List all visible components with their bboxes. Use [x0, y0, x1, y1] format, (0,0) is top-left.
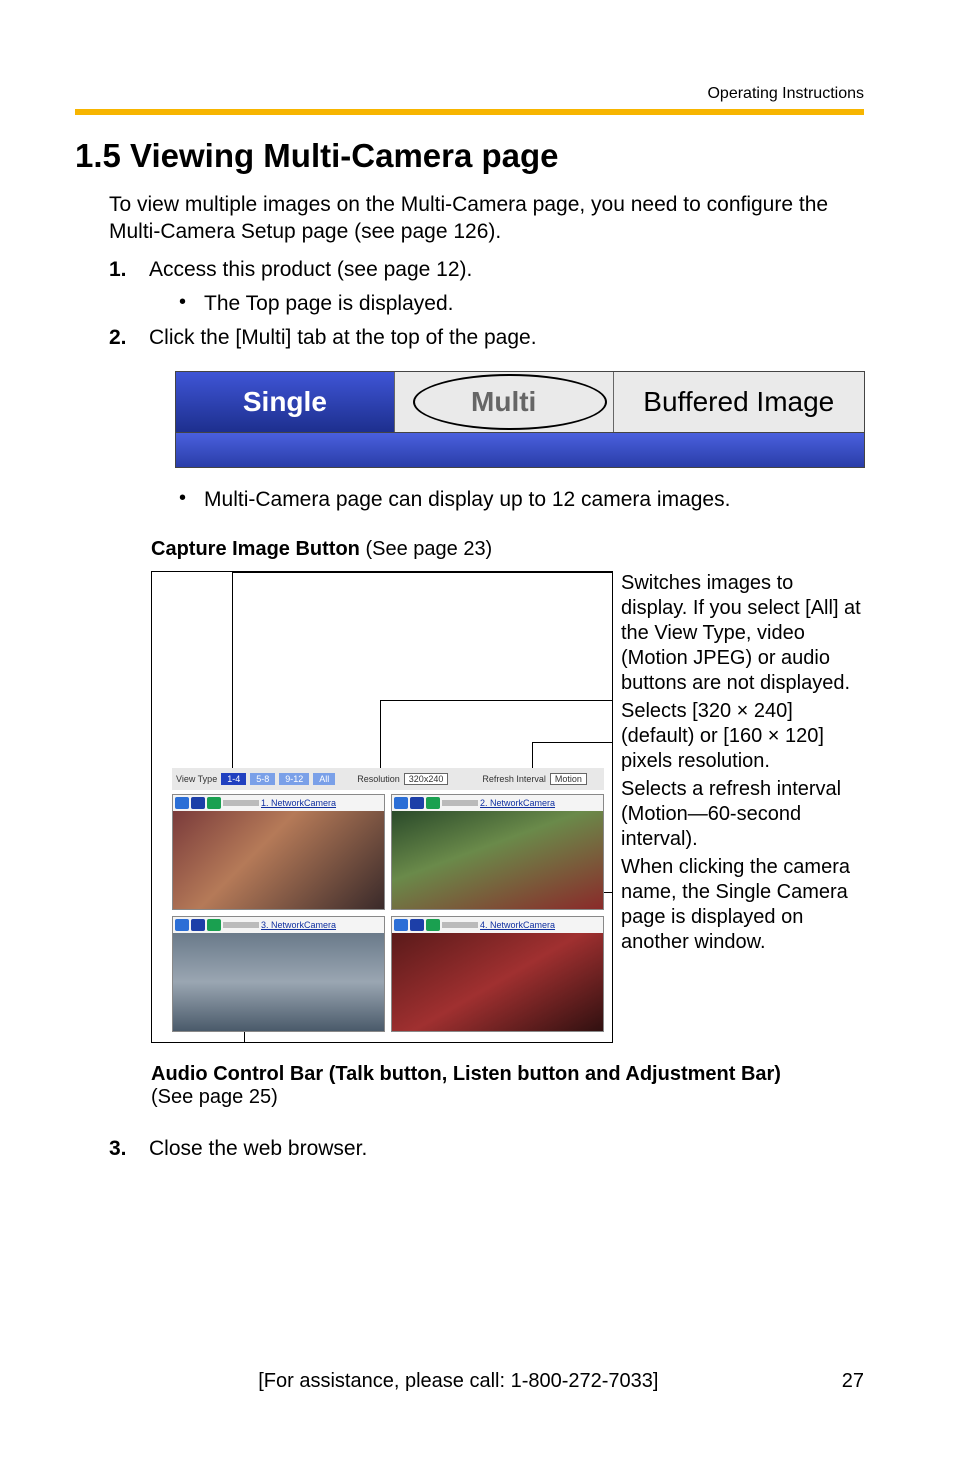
bullet-dot-icon: •	[179, 290, 186, 318]
callout-camera-name: When clicking the camera name, the Singl…	[621, 855, 864, 955]
header-rule	[75, 109, 864, 115]
page-footer: [For assistance, please call: 1-800-272-…	[0, 1370, 954, 1393]
camera-tile-4: 4. NetworkCamera	[391, 916, 604, 1032]
camera-1-image	[173, 811, 384, 909]
callout-viewtype: Switches images to display. If you selec…	[621, 571, 864, 696]
tabs-row: Single Multi Buffered Image	[175, 371, 865, 433]
step-2-sub-text: Multi-Camera page can display up to 12 c…	[204, 486, 730, 514]
tab-multi-highlight-oval	[413, 374, 607, 430]
camera-4-controlbar: 4. NetworkCamera	[392, 917, 603, 933]
camera-3-name-link[interactable]: 3. NetworkCamera	[261, 920, 336, 930]
audio-caption-rest: (See page 25)	[151, 1086, 278, 1108]
tab-single[interactable]: Single	[176, 372, 395, 432]
figure-callouts: Switches images to display. If you selec…	[621, 571, 864, 1043]
listen-icon[interactable]	[207, 919, 221, 931]
capture-icon[interactable]	[175, 919, 189, 931]
camera-grid: 1. NetworkCamera 2. NetworkCamera	[172, 794, 604, 1032]
viewtype-1-4-button[interactable]: 1-4	[221, 773, 246, 785]
camera-tile-1: 1. NetworkCamera	[172, 794, 385, 910]
talk-icon[interactable]	[191, 919, 205, 931]
camera-1-name-link[interactable]: 1. NetworkCamera	[261, 798, 336, 808]
camera-4-image	[392, 933, 603, 1031]
callout-line	[232, 572, 233, 774]
callout-line	[380, 700, 381, 774]
talk-icon[interactable]	[410, 919, 424, 931]
capture-icon[interactable]	[394, 919, 408, 931]
multi-camera-figure: View Type 1-4 5-8 9-12 All Resolution 32…	[151, 571, 613, 1043]
step-1-number: 1.	[109, 256, 135, 284]
viewtype-label: View Type	[176, 774, 217, 784]
section-title: 1.5 Viewing Multi-Camera page	[75, 137, 864, 175]
capture-image-caption: Capture Image Button (See page 23)	[151, 538, 864, 561]
talk-icon[interactable]	[191, 797, 205, 809]
camera-2-name-link[interactable]: 2. NetworkCamera	[480, 798, 555, 808]
listen-icon[interactable]	[426, 797, 440, 809]
listen-icon[interactable]	[207, 797, 221, 809]
listen-icon[interactable]	[426, 919, 440, 931]
resolution-select[interactable]: 320x240	[404, 773, 449, 785]
audio-caption-bold: Audio Control Bar (Talk button, Listen b…	[151, 1063, 781, 1085]
camera-3-image	[173, 933, 384, 1031]
camera-3-controlbar: 3. NetworkCamera	[173, 917, 384, 933]
step-1: 1. Access this product (see page 12).	[109, 256, 864, 284]
bullet-dot-icon: •	[179, 486, 186, 514]
tab-single-label: Single	[243, 386, 327, 418]
intro-paragraph: To view multiple images on the Multi-Cam…	[109, 191, 864, 246]
step-2-number: 2.	[109, 324, 135, 352]
step-1-subbullet: • The Top page is displayed.	[179, 290, 864, 318]
refresh-select[interactable]: Motion	[550, 773, 587, 785]
camera-tile-2: 2. NetworkCamera	[391, 794, 604, 910]
step-2: 2. Click the [Multi] tab at the top of t…	[109, 324, 864, 352]
capture-image-caption-rest: (See page 23)	[360, 538, 492, 560]
volume-slider[interactable]	[223, 800, 259, 806]
tabs-underbar	[175, 433, 865, 468]
callout-line	[232, 572, 612, 573]
refresh-label: Refresh Interval	[482, 774, 546, 784]
viewtype-9-12-button[interactable]: 9-12	[279, 773, 309, 785]
capture-icon[interactable]	[394, 797, 408, 809]
viewtype-5-8-button[interactable]: 5-8	[250, 773, 275, 785]
capture-icon[interactable]	[175, 797, 189, 809]
footer-page-number: 27	[842, 1370, 864, 1393]
capture-image-caption-bold: Capture Image Button	[151, 538, 360, 560]
callout-refresh: Selects a refresh interval (Motion—60-se…	[621, 777, 864, 852]
step-2-text: Click the [Multi] tab at the top of the …	[149, 324, 537, 352]
tab-buffered-label: Buffered Image	[643, 386, 834, 418]
tab-buffered-image[interactable]: Buffered Image	[614, 372, 864, 432]
running-head: Operating Instructions	[75, 85, 864, 103]
resolution-label: Resolution	[357, 774, 400, 784]
step-1-sub-text: The Top page is displayed.	[204, 290, 453, 318]
tab-multi[interactable]: Multi	[395, 372, 614, 432]
step-3-number: 3.	[109, 1135, 135, 1163]
callout-line	[532, 742, 612, 743]
camera-2-image	[392, 811, 603, 909]
volume-slider[interactable]	[442, 800, 478, 806]
volume-slider[interactable]	[442, 922, 478, 928]
callout-resolution: Selects [320 × 240] (default) or [160 × …	[621, 699, 864, 774]
camera-1-controlbar: 1. NetworkCamera	[173, 795, 384, 811]
step-1-text: Access this product (see page 12).	[149, 256, 472, 284]
tabs-figure: Single Multi Buffered Image	[175, 371, 865, 468]
audio-control-caption: Audio Control Bar (Talk button, Listen b…	[151, 1063, 864, 1109]
camera-tile-3: 3. NetworkCamera	[172, 916, 385, 1032]
callout-line	[380, 700, 612, 701]
viewtype-all-button[interactable]: All	[313, 773, 335, 785]
step-2-subbullet: • Multi-Camera page can display up to 12…	[179, 486, 864, 514]
camera-2-controlbar: 2. NetworkCamera	[392, 795, 603, 811]
step-3: 3. Close the web browser.	[109, 1135, 864, 1163]
volume-slider[interactable]	[223, 922, 259, 928]
talk-icon[interactable]	[410, 797, 424, 809]
step-3-text: Close the web browser.	[149, 1135, 367, 1163]
footer-assistance: [For assistance, please call: 1-800-272-…	[75, 1370, 842, 1393]
multi-toolbar: View Type 1-4 5-8 9-12 All Resolution 32…	[172, 768, 604, 790]
camera-4-name-link[interactable]: 4. NetworkCamera	[480, 920, 555, 930]
